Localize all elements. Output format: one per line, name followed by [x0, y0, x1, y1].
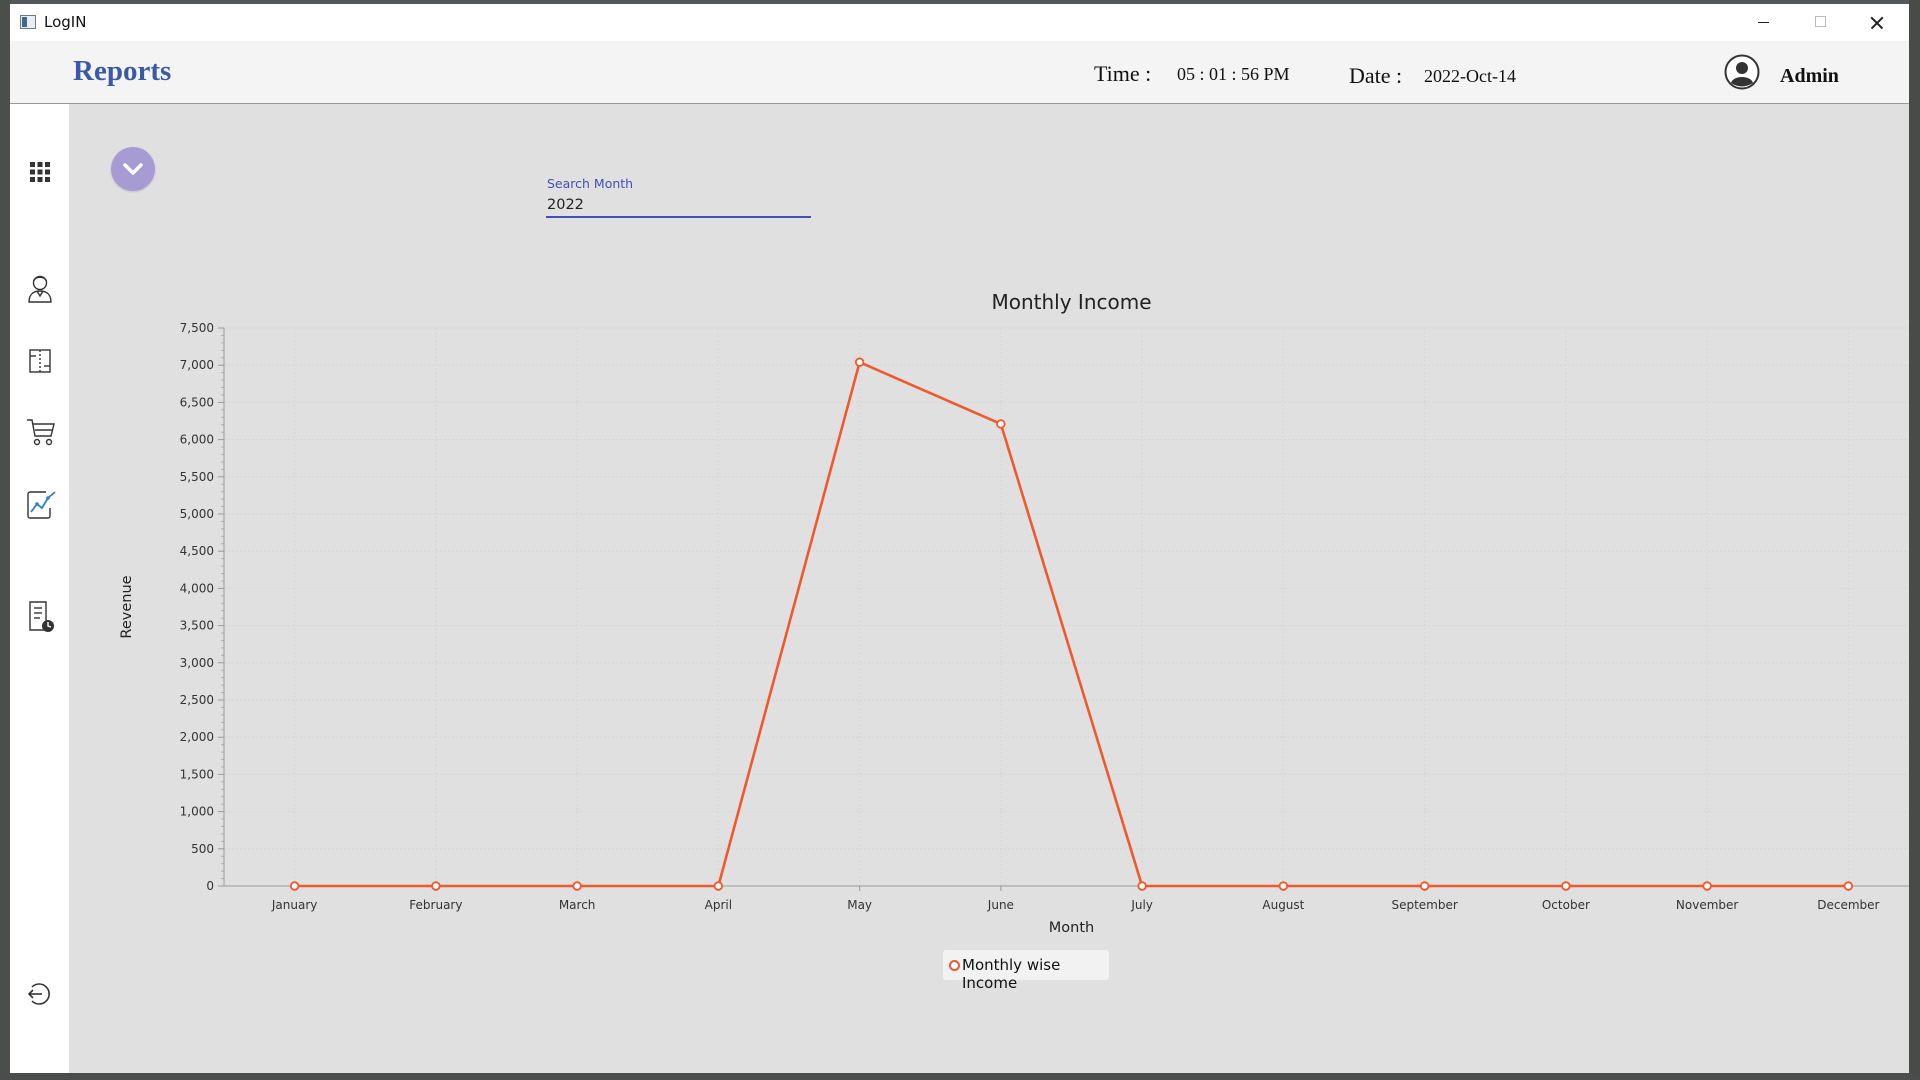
desktop-background-bottom	[0, 1073, 1920, 1080]
y-tick-label: 6,500	[180, 395, 214, 409]
x-tick-label: October	[1542, 898, 1590, 912]
x-tick-label: June	[987, 898, 1014, 912]
main-content: Search Month Monthly Income05001,0001,50…	[69, 104, 1909, 1073]
bill-report-icon[interactable]	[26, 600, 54, 632]
y-tick-label: 7,500	[180, 321, 214, 335]
page-title: Reports	[73, 55, 172, 87]
y-tick-label: 5,500	[180, 470, 214, 484]
data-point	[289, 881, 300, 891]
y-tick-label: 4,500	[180, 544, 214, 558]
window-titlebar[interactable]: LogIN	[10, 4, 1909, 41]
app-icon	[20, 15, 36, 29]
close-button[interactable]	[1849, 4, 1905, 41]
table-icon[interactable]	[26, 346, 54, 376]
x-tick-label: September	[1391, 898, 1457, 912]
x-axis-label: Month	[1049, 920, 1094, 936]
data-point	[572, 881, 582, 891]
data-point	[1702, 881, 1712, 891]
logout-icon[interactable]	[26, 980, 54, 1010]
data-point	[1278, 881, 1289, 891]
y-tick-label: 2,000	[180, 730, 214, 744]
x-tick-label: May	[847, 898, 872, 912]
y-tick-label: 0	[206, 879, 214, 893]
legend-series-marker	[949, 960, 960, 971]
x-tick-label: December	[1817, 898, 1879, 912]
sidebar	[10, 104, 69, 1073]
minimize-button[interactable]	[1735, 4, 1791, 41]
date-value: 2022-Oct-14	[1424, 66, 1516, 86]
y-tick-label: 1,500	[180, 767, 214, 781]
data-point	[713, 881, 724, 891]
y-tick-label: 4,000	[180, 581, 214, 595]
y-tick-label: 1,000	[180, 805, 214, 819]
user-icon[interactable]	[26, 272, 54, 303]
user-name: Admin	[1780, 65, 1839, 87]
date-label: Date :	[1349, 63, 1403, 88]
app-window: LogIN Reports Time : 05 : 01 : 56 PM Dat…	[10, 4, 1909, 1073]
y-tick-label: 3,000	[180, 656, 214, 670]
x-tick-label: July	[1130, 898, 1153, 912]
desktop-background-right	[1909, 0, 1920, 1080]
desktop-background-left	[0, 0, 10, 1080]
user-avatar-icon[interactable]	[1724, 54, 1760, 90]
window-title: LogIN	[44, 13, 87, 31]
time-label: Time :	[1094, 61, 1152, 86]
x-tick-label: April	[705, 898, 732, 912]
maximize-button[interactable]	[1792, 4, 1848, 41]
chart-legend: Monthly wise Income	[943, 950, 1109, 992]
monthly-income-chart: Monthly Income 0 500 1,000 1,500 2,000 2,500 3,…	[119, 290, 1909, 936]
y-tick-label: 5,000	[180, 507, 214, 521]
data-point	[1843, 881, 1854, 891]
data-point	[1419, 881, 1430, 891]
x-tick-label: January	[271, 898, 318, 912]
y-tick-label: 2,500	[180, 693, 214, 707]
cart-icon[interactable]	[26, 416, 55, 446]
chart-title: Monthly Income	[991, 290, 1151, 314]
x-tick-label: November	[1676, 898, 1738, 912]
x-tick-label: February	[409, 898, 462, 912]
apps-grid-icon[interactable]	[26, 156, 54, 186]
series-line	[294, 360, 1849, 888]
app-header: Reports Time : 05 : 01 : 56 PM Date : 20…	[10, 41, 1909, 104]
y-tick-label: 7,000	[180, 358, 214, 372]
x-tick-label: March	[559, 898, 596, 912]
y-axis-label: Revenue	[119, 575, 135, 638]
x-tick-label: August	[1262, 898, 1304, 912]
data-point	[1561, 881, 1571, 891]
y-tick-label: 6,000	[180, 433, 214, 447]
legend-series-label: Monthly wise Income	[962, 956, 1061, 992]
y-tick-label: 3,500	[180, 619, 214, 633]
data-point	[854, 357, 865, 367]
data-point	[431, 881, 441, 891]
data-point	[1137, 881, 1147, 891]
data-point	[996, 419, 1006, 429]
time-value: 05 : 01 : 56 PM	[1177, 64, 1290, 84]
trend-chart-icon[interactable]	[26, 488, 58, 519]
y-tick-label: 500	[191, 842, 214, 856]
